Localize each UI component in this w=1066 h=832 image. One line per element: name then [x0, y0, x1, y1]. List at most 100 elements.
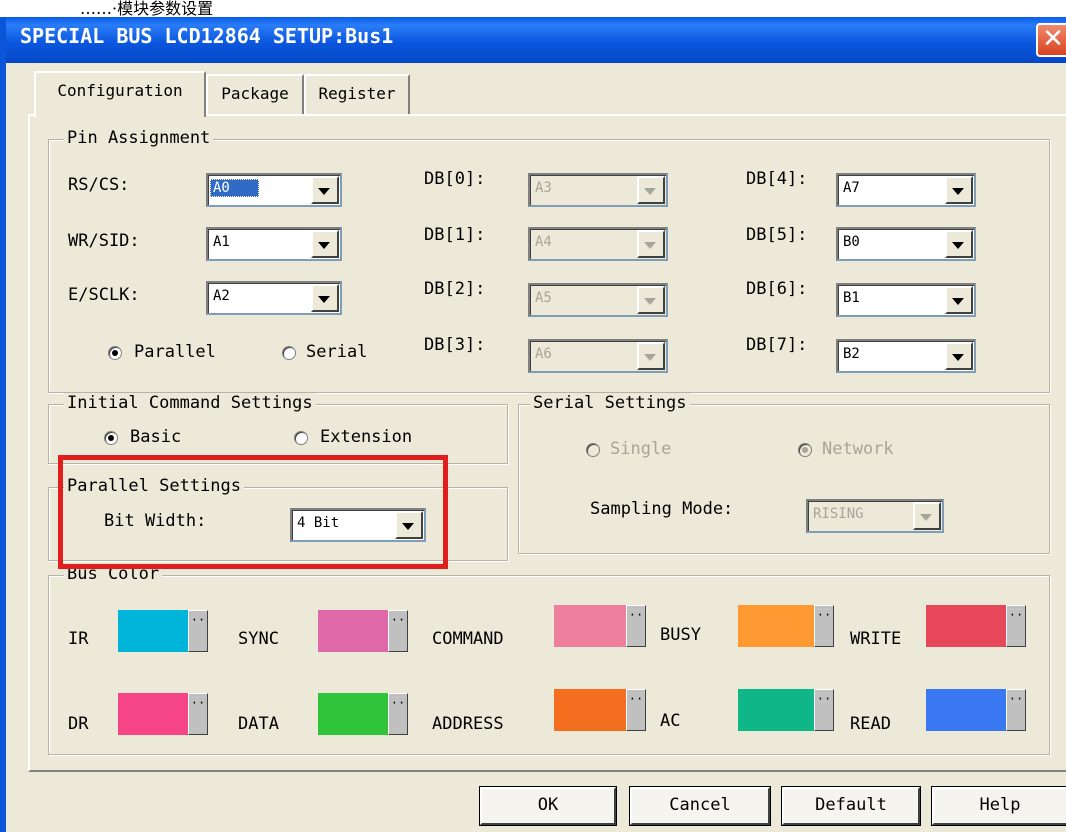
db2-value: A5 — [535, 290, 552, 306]
busy-color-picker-button[interactable]: ·· — [814, 605, 834, 647]
serial-settings-legend: Serial Settings — [530, 393, 690, 413]
e-sclk-select[interactable]: A2 — [206, 281, 342, 315]
db0-dropdown-button — [637, 176, 665, 204]
db6-select[interactable]: B1 — [836, 283, 976, 317]
network-label: Network — [822, 439, 894, 459]
data-color-swatch[interactable] — [318, 693, 388, 735]
setup-dialog: SPECIAL BUS LCD12864 SETUP:Bus1 ✕ Config… — [0, 17, 1066, 832]
ir-color-picker-button[interactable]: ·· — [188, 610, 208, 652]
db5-value: B0 — [843, 234, 860, 250]
e-sclk-label: E/SCLK: — [68, 285, 140, 305]
rs-cs-dropdown-button[interactable] — [311, 176, 339, 204]
db3-dropdown-button — [637, 342, 665, 370]
single-label: Single — [610, 439, 672, 459]
chevron-down-icon — [318, 242, 330, 249]
dr-color-picker-button[interactable]: ·· — [188, 693, 208, 735]
parallel-label: Parallel — [134, 342, 216, 362]
write-color-swatch[interactable] — [926, 605, 1006, 647]
tab-package[interactable]: Package — [206, 74, 304, 114]
command-label: COMMAND — [432, 629, 504, 649]
rs-cs-select[interactable]: A0 — [206, 173, 342, 207]
db3-select: A6 — [528, 339, 668, 373]
chevron-down-icon — [952, 188, 964, 195]
db1-label: DB[1]: — [424, 225, 486, 245]
busy-color-swatch[interactable] — [738, 605, 814, 647]
e-sclk-value: A2 — [213, 288, 230, 304]
extension-label: Extension — [320, 427, 413, 447]
data-label: DATA — [238, 714, 279, 734]
wr-sid-label: WR/SID: — [68, 231, 140, 251]
serial-radio[interactable] — [282, 346, 296, 360]
rs-cs-label: RS/CS: — [68, 175, 130, 195]
wr-sid-dropdown-button[interactable] — [311, 230, 339, 258]
close-icon[interactable]: ✕ — [1036, 23, 1066, 57]
chevron-down-icon — [952, 354, 964, 361]
wr-sid-value: A1 — [213, 234, 230, 250]
single-radio — [586, 443, 600, 457]
db1-value: A4 — [535, 234, 552, 250]
db5-label: DB[5]: — [746, 225, 808, 245]
db6-dropdown-button[interactable] — [945, 286, 973, 314]
db0-label: DB[0]: — [424, 169, 486, 189]
db1-dropdown-button — [637, 230, 665, 258]
e-sclk-dropdown-button[interactable] — [311, 284, 339, 312]
ir-color-swatch[interactable] — [118, 610, 188, 652]
default-button[interactable]: Default — [781, 786, 921, 826]
basic-radio[interactable] — [104, 431, 118, 445]
help-button[interactable]: Help — [931, 786, 1066, 826]
pin-assignment-legend: Pin Assignment — [64, 128, 214, 148]
command-color-swatch[interactable] — [554, 605, 626, 647]
read-color-swatch[interactable] — [926, 689, 1006, 731]
write-label: WRITE — [850, 629, 902, 649]
sampling-mode-label: Sampling Mode: — [590, 499, 734, 519]
read-color-picker-button[interactable]: ·· — [1006, 689, 1026, 731]
db4-value: A7 — [843, 180, 860, 196]
db4-label: DB[4]: — [746, 169, 808, 189]
write-color-picker-button[interactable]: ·· — [1006, 605, 1026, 647]
db7-select[interactable]: B2 — [836, 339, 976, 373]
ac-color-picker-button[interactable]: ·· — [814, 689, 834, 731]
command-color-picker-button[interactable]: ·· — [626, 605, 646, 647]
tab-configuration[interactable]: Configuration — [34, 71, 206, 117]
title-bar[interactable]: SPECIAL BUS LCD12864 SETUP:Bus1 — [6, 17, 1066, 63]
basic-label: Basic — [130, 427, 182, 447]
db1-select: A4 — [528, 227, 668, 261]
sync-color-swatch[interactable] — [318, 610, 388, 652]
serial-settings-group — [518, 404, 1050, 554]
sampling-mode-value: RISING — [813, 506, 864, 522]
ac-label: AC — [660, 711, 681, 731]
network-radio — [798, 443, 812, 457]
window-title: SPECIAL BUS LCD12864 SETUP:Bus1 — [20, 24, 394, 48]
serial-label: Serial — [306, 342, 368, 362]
chevron-down-icon — [644, 354, 656, 361]
wr-sid-select[interactable]: A1 — [206, 227, 342, 261]
extension-radio[interactable] — [294, 431, 308, 445]
address-color-picker-button[interactable]: ·· — [626, 689, 646, 731]
db4-dropdown-button[interactable] — [945, 176, 973, 204]
db6-label: DB[6]: — [746, 279, 808, 299]
ac-color-swatch[interactable] — [738, 689, 814, 731]
db6-value: B1 — [843, 290, 860, 306]
db7-dropdown-button[interactable] — [945, 342, 973, 370]
db4-select[interactable]: A7 — [836, 173, 976, 207]
db3-label: DB[3]: — [424, 335, 486, 355]
dr-color-swatch[interactable] — [118, 693, 188, 735]
ok-button[interactable]: OK — [479, 786, 617, 826]
initial-command-legend: Initial Command Settings — [64, 393, 316, 413]
busy-label: BUSY — [660, 625, 701, 645]
parallel-radio[interactable] — [108, 346, 122, 360]
chevron-down-icon — [644, 242, 656, 249]
address-color-swatch[interactable] — [554, 689, 626, 731]
cancel-button[interactable]: Cancel — [629, 786, 771, 826]
sync-color-picker-button[interactable]: ·· — [388, 610, 408, 652]
tab-register[interactable]: Register — [304, 74, 410, 114]
address-label: ADDRESS — [432, 714, 504, 734]
db2-select: A5 — [528, 283, 668, 317]
rs-cs-value: A0 — [210, 179, 259, 197]
db5-dropdown-button[interactable] — [945, 230, 973, 258]
db5-select[interactable]: B0 — [836, 227, 976, 261]
db7-value: B2 — [843, 346, 860, 362]
chevron-down-icon — [952, 298, 964, 305]
read-label: READ — [850, 714, 891, 734]
data-color-picker-button[interactable]: ·· — [388, 693, 408, 735]
